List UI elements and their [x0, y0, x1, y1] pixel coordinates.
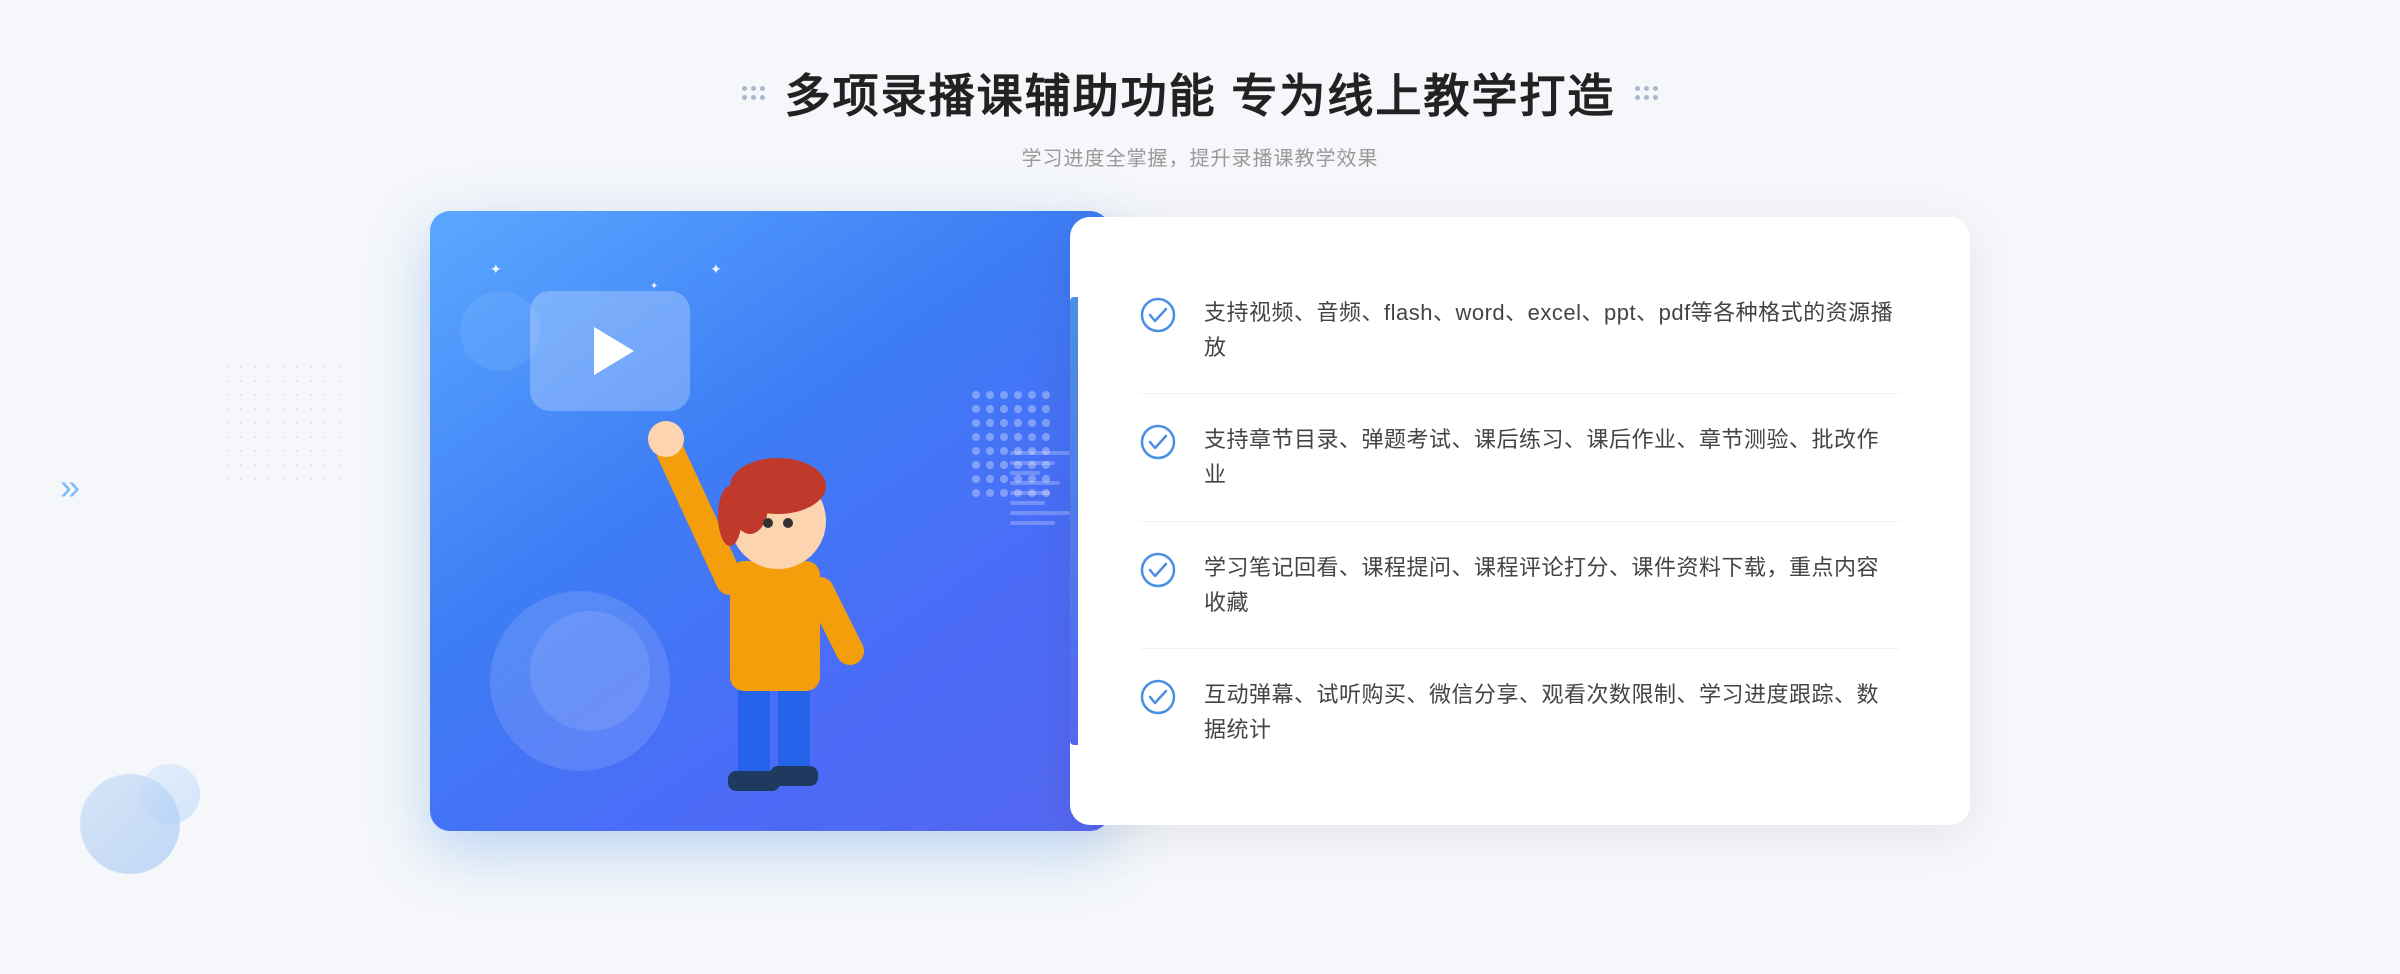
grid-dot: [1653, 86, 1658, 91]
illus-dot: [986, 433, 994, 441]
feature-text: 互动弹幕、试听购买、微信分享、观看次数限制、学习进度跟踪、数据统计: [1204, 677, 1900, 747]
illus-dot: [1000, 461, 1008, 469]
illus-dot: [1014, 391, 1022, 399]
illus-dot: [986, 405, 994, 413]
grid-dot: [760, 86, 765, 91]
illus-dot: [972, 391, 980, 399]
header-decorators: 多项录播课辅助功能 专为线上教学打造: [0, 60, 2400, 126]
illus-dot: [986, 489, 994, 497]
grid-dot: [751, 95, 756, 100]
right-dot-grid: [1635, 86, 1658, 100]
illus-dot: [1000, 475, 1008, 483]
stripe-line: [1010, 481, 1060, 485]
features-card: 支持视频、音频、flash、word、excel、ppt、pdf等各种格式的资源…: [1070, 217, 1970, 826]
deco-stripes: [1010, 451, 1070, 525]
person-illustration: [610, 331, 930, 831]
grid-dot: [1635, 86, 1640, 91]
stripe-line: [1010, 471, 1040, 475]
grid-dot: [1644, 86, 1649, 91]
deco-circle-small: [460, 291, 540, 371]
illus-dot: [1042, 405, 1050, 413]
star-decoration: ✦: [710, 261, 722, 278]
check-circle-icon: [1140, 679, 1176, 715]
illus-dot: [1000, 419, 1008, 427]
illus-dot: [1014, 419, 1022, 427]
stripe-line: [1010, 501, 1045, 505]
grid-dot: [760, 95, 765, 100]
features-left-stripe: [1070, 297, 1078, 746]
left-dot-grid: [742, 86, 765, 100]
main-title: 多项录播课辅助功能 专为线上教学打造: [785, 60, 1616, 126]
illus-dot: [1000, 489, 1008, 497]
illus-dot: [1000, 433, 1008, 441]
star-decoration: ✦: [490, 261, 502, 278]
illus-dot: [986, 419, 994, 427]
grid-dot: [751, 86, 756, 91]
check-circle-icon: [1140, 424, 1176, 460]
illus-dot: [1028, 405, 1036, 413]
stripe-line: [1010, 511, 1070, 515]
grid-dot: [742, 86, 747, 91]
illus-dot: [1042, 391, 1050, 399]
grid-dot: [742, 95, 747, 100]
feature-item: 支持章节目录、弹题考试、课后练习、课后作业、章节测验、批改作业: [1140, 394, 1900, 521]
illus-dot: [1000, 447, 1008, 455]
feature-item: 支持视频、音频、flash、word、excel、ppt、pdf等各种格式的资源…: [1140, 267, 1900, 394]
check-circle-icon: [1140, 552, 1176, 588]
feature-text: 学习笔记回看、课程提问、课程评论打分、课件资料下载，重点内容收藏: [1204, 550, 1900, 620]
feature-text: 支持视频、音频、flash、word、excel、ppt、pdf等各种格式的资源…: [1204, 295, 1900, 365]
feature-item: 互动弹幕、试听购买、微信分享、观看次数限制、学习进度跟踪、数据统计: [1140, 649, 1900, 775]
illus-dot: [986, 447, 994, 455]
subtitle: 学习进度全掌握，提升录播课教学效果: [0, 142, 2400, 171]
illus-dot: [986, 461, 994, 469]
stripe-line: [1010, 461, 1055, 465]
illus-dot: [1042, 419, 1050, 427]
illus-dot: [1014, 433, 1022, 441]
illus-dot: [972, 489, 980, 497]
illustration-card: ✦ ✦ ✦: [430, 211, 1110, 831]
check-circle-icon: [1140, 297, 1176, 333]
feature-item: 学习笔记回看、课程提问、课程评论打分、课件资料下载，重点内容收藏: [1140, 522, 1900, 649]
stripe-line: [1010, 451, 1070, 455]
illus-dot: [972, 475, 980, 483]
stripe-line: [1010, 521, 1055, 525]
stripe-line: [1010, 491, 1050, 495]
header-section: 多项录播课辅助功能 专为线上教学打造 学习进度全掌握，提升录播课教学效果: [0, 0, 2400, 211]
illus-dot: [972, 405, 980, 413]
content-area: ✦ ✦ ✦: [0, 211, 2400, 831]
illus-dot: [1028, 419, 1036, 427]
grid-dot: [1644, 95, 1649, 100]
illus-dot: [1028, 391, 1036, 399]
grid-dot: [1635, 95, 1640, 100]
illus-dot: [1028, 433, 1036, 441]
grid-dot: [1653, 95, 1658, 100]
illus-dot: [986, 391, 994, 399]
illus-dot: [972, 433, 980, 441]
illus-dot: [1000, 391, 1008, 399]
illus-dot: [972, 461, 980, 469]
illus-dot: [972, 447, 980, 455]
illus-dot: [1000, 405, 1008, 413]
illus-dot: [1014, 405, 1022, 413]
features-list: 支持视频、音频、flash、word、excel、ppt、pdf等各种格式的资源…: [1140, 267, 1900, 776]
illus-dot: [1042, 433, 1050, 441]
star-decoration: ✦: [650, 281, 658, 292]
feature-text: 支持章节目录、弹题考试、课后练习、课后作业、章节测验、批改作业: [1204, 422, 1900, 492]
illus-dot: [972, 419, 980, 427]
illus-dot: [986, 475, 994, 483]
